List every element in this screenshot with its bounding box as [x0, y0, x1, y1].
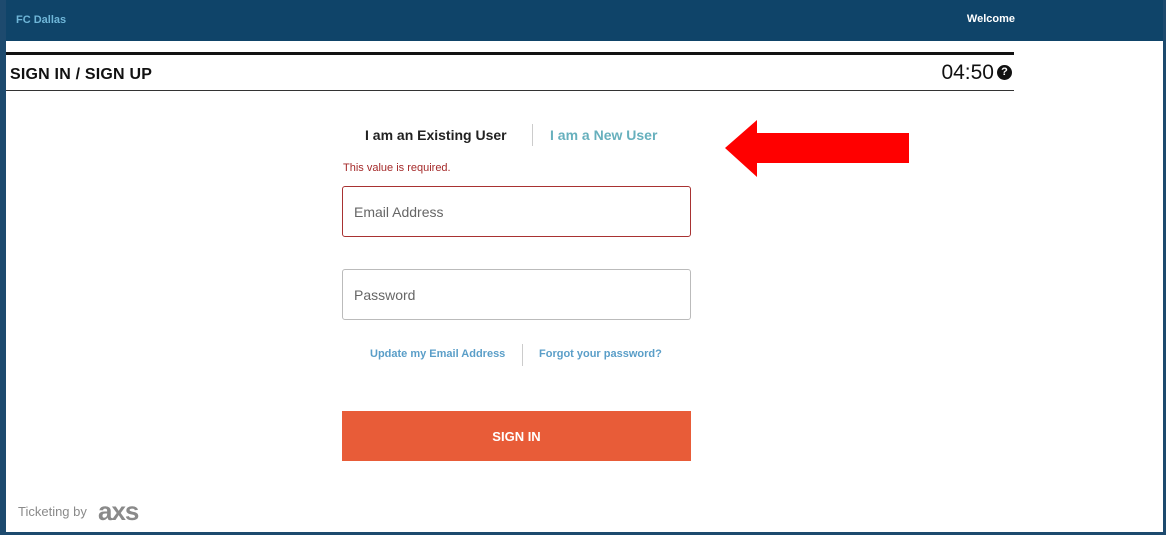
forgot-password-link[interactable]: Forgot your password? — [539, 348, 662, 360]
question-circle-icon[interactable]: ? — [997, 65, 1012, 80]
update-email-link[interactable]: Update my Email Address — [370, 348, 505, 360]
page-title: SIGN IN / SIGN UP — [10, 66, 153, 83]
brand-link[interactable]: FC Dallas — [16, 14, 66, 26]
email-field-container — [342, 186, 691, 237]
sign-in-button[interactable]: SIGN IN — [342, 411, 691, 461]
password-input[interactable] — [343, 270, 674, 319]
countdown-timer: 04:50 — [941, 61, 994, 84]
tab-existing-user[interactable]: I am an Existing User — [365, 127, 507, 143]
top-bar: FC Dallas Welcome — [6, 0, 1163, 41]
email-error-message: This value is required. — [343, 162, 451, 174]
ticketing-by-label: Ticketing by — [18, 504, 87, 519]
links-divider — [522, 344, 523, 366]
tab-new-user[interactable]: I am a New User — [550, 127, 657, 143]
password-field-container — [342, 269, 691, 320]
email-input[interactable] — [343, 187, 674, 236]
red-arrow-icon — [725, 120, 909, 177]
axs-logo: axs — [98, 496, 139, 526]
tab-divider — [532, 124, 533, 146]
welcome-text: Welcome — [966, 13, 1015, 25]
page-header: SIGN IN / SIGN UP 04:50 ? — [6, 52, 1014, 91]
